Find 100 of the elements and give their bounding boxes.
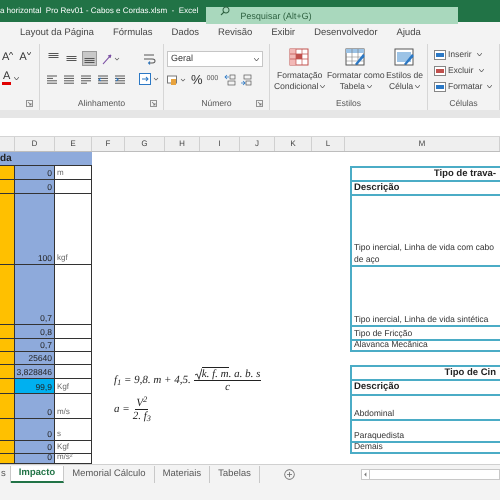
table-cell xyxy=(0,394,15,419)
table-cell xyxy=(0,441,15,454)
ribbon-tab[interactable]: Desenvolvedor xyxy=(314,26,378,40)
conditional-style-icon xyxy=(289,48,310,66)
ribbon-tab[interactable]: Ajuda xyxy=(396,26,421,40)
table-cell: kgf xyxy=(55,194,92,265)
number-format-dropdown[interactable]: Geral xyxy=(167,51,263,67)
group-label: Estilos xyxy=(336,96,362,110)
column-header[interactable]: H xyxy=(165,137,200,151)
wrap-text-icon[interactable] xyxy=(143,52,157,65)
table-cell: Tipo inercial, Linha de vida com cabo de aço xyxy=(350,194,500,265)
dropdown-caret-icon xyxy=(478,69,484,72)
group-label: Alinhamento xyxy=(78,96,126,110)
table-cell: 0,7 xyxy=(15,265,55,325)
column-header[interactable]: G xyxy=(125,137,165,151)
table-cell xyxy=(55,325,92,339)
increase-indent-icon[interactable] xyxy=(114,74,126,84)
ribbon-tab[interactable]: Dados xyxy=(172,26,200,40)
table-header: da xyxy=(0,152,92,166)
ribbon-tab[interactable]: Fórmulas xyxy=(112,26,153,40)
ribbon-tab[interactable]: Revisão xyxy=(218,26,252,40)
table-title: Tipo de Cin xyxy=(350,365,500,379)
ribbon-tab[interactable]: Layout da Página xyxy=(20,26,94,40)
column-header[interactable]: K xyxy=(275,137,312,151)
dialog-launcher-icon[interactable] xyxy=(26,100,33,107)
text-orientation-icon[interactable] xyxy=(102,52,120,64)
table-cell: 99,9 xyxy=(15,379,55,394)
format-cells-icon xyxy=(434,82,446,92)
sheet-tab[interactable]: Impacto xyxy=(10,466,64,482)
align-bottom-icon xyxy=(84,58,95,63)
format-as-table-button[interactable]: Formatar como Tabela xyxy=(326,48,385,92)
align-center-icon[interactable] xyxy=(63,74,75,84)
table-cell: 100 xyxy=(15,194,55,265)
decrease-indent-icon[interactable] xyxy=(97,74,109,84)
align-right-icon[interactable] xyxy=(80,74,92,84)
group-label: Número xyxy=(201,96,232,110)
add-sheet-icon[interactable] xyxy=(284,468,295,480)
decrease-font-size-button[interactable]: A xyxy=(19,52,31,63)
column-header[interactable]: J xyxy=(240,137,275,151)
dropdown-caret-icon xyxy=(254,58,259,60)
table-header: Descrição xyxy=(350,379,500,394)
horizontal-scrollbar[interactable] xyxy=(360,468,500,480)
table-style-icon xyxy=(345,48,366,66)
table-cell xyxy=(0,419,15,441)
insert-cells-button[interactable]: Inserir xyxy=(434,48,499,61)
table-cell: m xyxy=(55,166,92,180)
table-cell xyxy=(0,194,15,265)
table-header: Descrição xyxy=(350,180,500,194)
column-header[interactable]: D xyxy=(15,137,55,151)
accounting-format-icon[interactable] xyxy=(167,74,187,86)
increase-font-size-button[interactable]: A xyxy=(2,52,14,63)
conditional-formatting-button[interactable]: Formatação Condicional xyxy=(274,48,326,92)
column-header[interactable]: E xyxy=(55,137,92,151)
table-cell: Alavanca Mecânica xyxy=(350,339,500,352)
table-title: Tipo de trava- xyxy=(350,166,500,180)
table-cell: Demais xyxy=(350,441,500,454)
scroll-left-icon xyxy=(362,470,370,478)
align-left-icon[interactable] xyxy=(46,74,58,84)
dropdown-caret-icon xyxy=(320,85,326,88)
window-title: a horizontal Pro Rev01 - Cabos e Cordas.xlsm - Excel xyxy=(0,5,198,17)
table-cell xyxy=(0,379,15,394)
dialog-launcher-icon[interactable] xyxy=(256,100,263,107)
cell-style-icon xyxy=(394,48,416,66)
table-cell xyxy=(0,454,15,464)
table-cell: Abdominal xyxy=(350,394,500,419)
caret-up-icon xyxy=(9,52,14,55)
table-cell xyxy=(55,352,92,365)
merge-cells-icon[interactable] xyxy=(139,73,159,85)
search-field[interactable]: Pesquisar (Alt+G) xyxy=(206,7,458,24)
table-cell: m/s xyxy=(55,394,92,419)
table-cell: 0 xyxy=(15,166,55,180)
table-cell xyxy=(0,325,15,339)
caret-down-icon xyxy=(26,52,31,55)
font-color-button[interactable]: A xyxy=(2,71,12,85)
column-header[interactable]: F xyxy=(92,137,125,151)
insert-cells-icon xyxy=(434,50,446,60)
align-top-icon xyxy=(48,53,59,58)
table-cell xyxy=(0,265,15,325)
search-icon xyxy=(220,6,230,16)
table-cell: 0 xyxy=(15,454,55,464)
table-cell: m/s² xyxy=(55,454,92,464)
delete-cells-button[interactable]: Excluir xyxy=(434,64,499,77)
table-cell xyxy=(55,365,92,379)
align-bottom-button[interactable] xyxy=(82,51,97,66)
column-header[interactable]: M xyxy=(345,137,500,151)
table-cell xyxy=(55,339,92,352)
column-header[interactable]: I xyxy=(200,137,240,151)
percent-style-button[interactable]: % xyxy=(191,73,203,86)
radical-sign-icon xyxy=(194,368,202,380)
format-cells-button[interactable]: Formatar xyxy=(434,80,499,93)
table-cell: 25640 xyxy=(15,352,55,365)
table-cell: 0,8 xyxy=(15,325,55,339)
table-cell: 0 xyxy=(15,441,55,454)
column-header[interactable]: L xyxy=(312,137,345,151)
decrease-decimal-icon[interactable] xyxy=(240,74,252,86)
dropdown-caret-icon xyxy=(415,85,420,88)
cell-styles-button[interactable]: Estilos de Célula xyxy=(386,48,423,92)
ribbon-tab[interactable]: Exibir xyxy=(271,26,296,40)
increase-decimal-icon[interactable] xyxy=(224,74,236,86)
dialog-launcher-icon[interactable] xyxy=(150,100,157,107)
